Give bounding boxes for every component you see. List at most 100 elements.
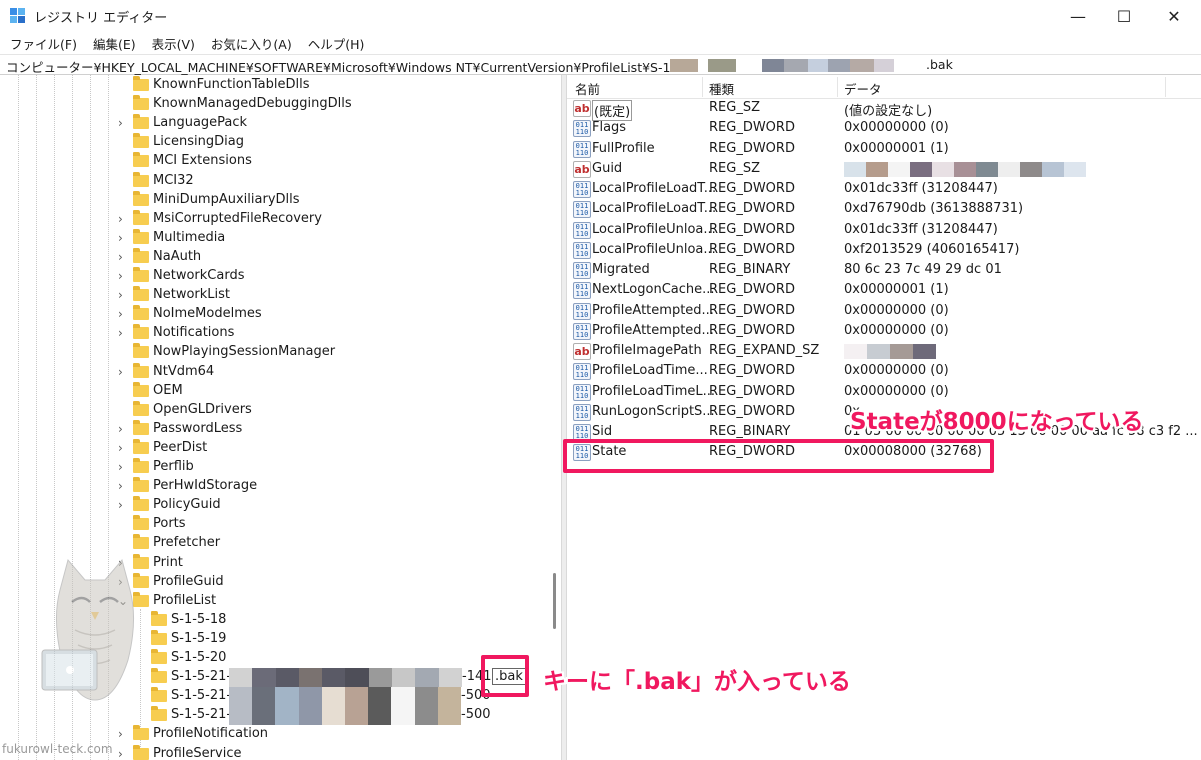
string-value-icon: ab: [573, 343, 591, 360]
chevron-right-icon[interactable]: ›: [118, 498, 123, 512]
tree-item-label: ProfileService: [153, 745, 242, 760]
menu-favorites[interactable]: お気に入り(A): [203, 32, 300, 54]
tree-item-multimedia[interactable]: › Multimedia: [0, 228, 545, 248]
tree-item-label: NoImeModelmes: [153, 306, 262, 322]
minimize-button[interactable]: —: [1055, 0, 1101, 32]
folder-icon: [133, 209, 149, 225]
tree-item-msicorruptedfilerecovery[interactable]: › MsiCorruptedFileRecovery: [0, 209, 545, 229]
tree-item-licensingdiag[interactable]: LicensingDiag: [0, 133, 545, 152]
tree-item-label: OpenGLDrivers: [153, 401, 252, 417]
menu-help[interactable]: ヘルプ(H): [300, 32, 373, 54]
tree-item-noimemodelmes[interactable]: › NoImeModelmes: [0, 305, 545, 324]
folder-icon: [133, 744, 149, 760]
chevron-right-icon[interactable]: ›: [118, 212, 123, 226]
chevron-right-icon[interactable]: ›: [118, 307, 123, 321]
tree-item-passwordless[interactable]: › PasswordLess: [0, 419, 545, 439]
tree-item-perhwidstorage[interactable]: › PerHwIdStorage: [0, 477, 545, 496]
value-list-header: 名前 種類 データ: [567, 75, 1201, 99]
column-header-name[interactable]: 名前: [575, 79, 600, 98]
folder-icon: [151, 706, 167, 722]
value-row[interactable]: 011 110 Migrated REG_BINARY 80 6c 23 7c 49 …: [567, 260, 1201, 280]
tree-item-opengldrivers[interactable]: OpenGLDrivers: [0, 400, 545, 420]
close-button[interactable]: ✕: [1151, 0, 1197, 32]
value-row[interactable]: ab ProfileImagePath REG_EXPAND_SZ: [567, 341, 1201, 361]
tree-item-label: NowPlayingSessionManager: [153, 344, 336, 360]
chevron-right-icon[interactable]: ›: [118, 116, 123, 130]
folder-icon: [151, 649, 167, 664]
column-divider[interactable]: [702, 77, 703, 97]
chevron-right-icon[interactable]: ›: [118, 365, 123, 379]
tree-item-label: ProfileNotification: [153, 726, 269, 742]
value-row[interactable]: ab (既定) REG_SZ (値の設定なし): [567, 98, 1201, 121]
tree-item-label: KnownFunctionTableDlls: [153, 77, 310, 92]
chevron-right-icon[interactable]: ›: [118, 269, 123, 283]
tree-item-peerdist[interactable]: › PeerDist: [0, 438, 545, 458]
value-row[interactable]: 011 110 ProfileAttempted... REG_DWORD 0x000…: [567, 301, 1201, 321]
tree-item-mci-extensions[interactable]: MCI Extensions: [0, 152, 545, 171]
menu-view[interactable]: 表示(V): [144, 32, 203, 54]
tree-item-label: LicensingDiag: [153, 134, 244, 150]
tree-item-networklist[interactable]: › NetworkList: [0, 286, 545, 305]
value-row[interactable]: 011 110 ProfileLoadTime... REG_DWORD 0x0000…: [567, 361, 1201, 381]
value-row[interactable]: 011 110 Flags REG_DWORD 0x00000000 (0): [567, 118, 1201, 138]
tree-item-nowplayingsessionmanager[interactable]: NowPlayingSessionManager: [0, 343, 545, 362]
tree-item-networkcards[interactable]: › NetworkCards: [0, 267, 545, 286]
chevron-right-icon[interactable]: ›: [118, 422, 123, 436]
tree-scrollbar[interactable]: [545, 75, 561, 760]
maximize-button[interactable]: ☐: [1101, 0, 1147, 32]
chevron-right-icon[interactable]: ›: [118, 231, 123, 245]
value-row[interactable]: 011 110 LocalProfileLoadT... REG_DWORD 0x01…: [567, 179, 1201, 199]
chevron-right-icon[interactable]: ›: [118, 460, 123, 474]
folder-icon: [133, 267, 149, 282]
column-header-type[interactable]: 種類: [709, 79, 734, 98]
value-type: REG_DWORD: [709, 302, 795, 318]
value-type: REG_DWORD: [709, 282, 795, 298]
tree-item-ports[interactable]: Ports: [0, 515, 545, 534]
value-type: REG_DWORD: [709, 383, 795, 399]
column-divider[interactable]: [837, 77, 838, 97]
value-row[interactable]: 011 110 LocalProfileLoadT... REG_DWORD 0xd7…: [567, 199, 1201, 219]
address-bar[interactable]: コンピューター¥HKEY_LOCAL_MACHINE¥SOFTWARE¥Micr…: [0, 54, 1201, 75]
chevron-right-icon[interactable]: ›: [118, 747, 123, 760]
tree-item-knownfunctiontabledlls[interactable]: KnownFunctionTableDlls: [0, 76, 545, 95]
tree-item-perflib[interactable]: › Perflib: [0, 458, 545, 477]
value-row[interactable]: ab Guid REG_SZ: [567, 159, 1201, 179]
value-row[interactable]: 011 110 LocalProfileUnloa... REG_DWORD 0xf2…: [567, 240, 1201, 260]
value-name: LocalProfileLoadT...: [592, 181, 717, 196]
tree-scrollbar-thumb[interactable]: [553, 573, 556, 629]
menu-edit[interactable]: 編集(E): [85, 32, 144, 54]
tree-item-label: NaAuth: [153, 248, 202, 264]
value-row[interactable]: 011 110 LocalProfileUnloa... REG_DWORD 0x01…: [567, 220, 1201, 240]
tree-item-label: Print: [153, 554, 183, 570]
tree-item-minidumpauxiliarydlls[interactable]: MiniDumpAuxiliaryDlls: [0, 190, 545, 210]
tree-item-languagepack[interactable]: › LanguagePack: [0, 114, 545, 133]
value-row[interactable]: 011 110 FullProfile REG_DWORD 0x00000001 (1…: [567, 139, 1201, 159]
chevron-right-icon[interactable]: ›: [118, 250, 123, 264]
folder-icon: [133, 534, 149, 550]
value-row[interactable]: 011 110 ProfileAttempted... REG_DWORD 0x000…: [567, 321, 1201, 341]
value-row[interactable]: 011 110 NextLogonCache... REG_DWORD 0x00000…: [567, 280, 1201, 300]
binary-value-icon: 011 110: [573, 120, 591, 138]
chevron-right-icon[interactable]: ›: [118, 326, 123, 340]
chevron-right-icon[interactable]: ›: [118, 727, 123, 741]
chevron-right-icon[interactable]: ›: [118, 288, 123, 302]
tree-item-knownmanageddebuggingdlls[interactable]: KnownManagedDebuggingDlls: [0, 95, 545, 114]
chevron-right-icon[interactable]: ›: [118, 441, 123, 455]
tree-item-oem[interactable]: OEM: [0, 381, 545, 401]
folder-icon: [133, 228, 149, 244]
column-header-data[interactable]: データ: [844, 79, 882, 98]
tree-item-label: S-1-5-19: [171, 630, 227, 646]
redacted-sid-mosaic: [229, 668, 462, 688]
window-title: レジストリ エディター: [34, 11, 168, 26]
tree-item-ntvdm64[interactable]: › NtVdm64: [0, 362, 545, 382]
tree-item-notifications[interactable]: › Notifications: [0, 324, 545, 343]
tree-item-mci32[interactable]: MCI32: [0, 171, 545, 191]
value-type: REG_SZ: [709, 160, 760, 176]
chevron-right-icon[interactable]: ›: [118, 479, 123, 493]
folder-icon: [133, 152, 149, 168]
column-divider[interactable]: [1165, 77, 1166, 97]
value-row[interactable]: 011 110 ProfileLoadTimeL... REG_DWORD 0x000…: [567, 382, 1201, 402]
tree-item-policyguid[interactable]: › PolicyGuid: [0, 496, 545, 515]
tree-item-naauth[interactable]: › NaAuth: [0, 247, 545, 267]
menu-file[interactable]: ファイル(F): [0, 32, 85, 54]
